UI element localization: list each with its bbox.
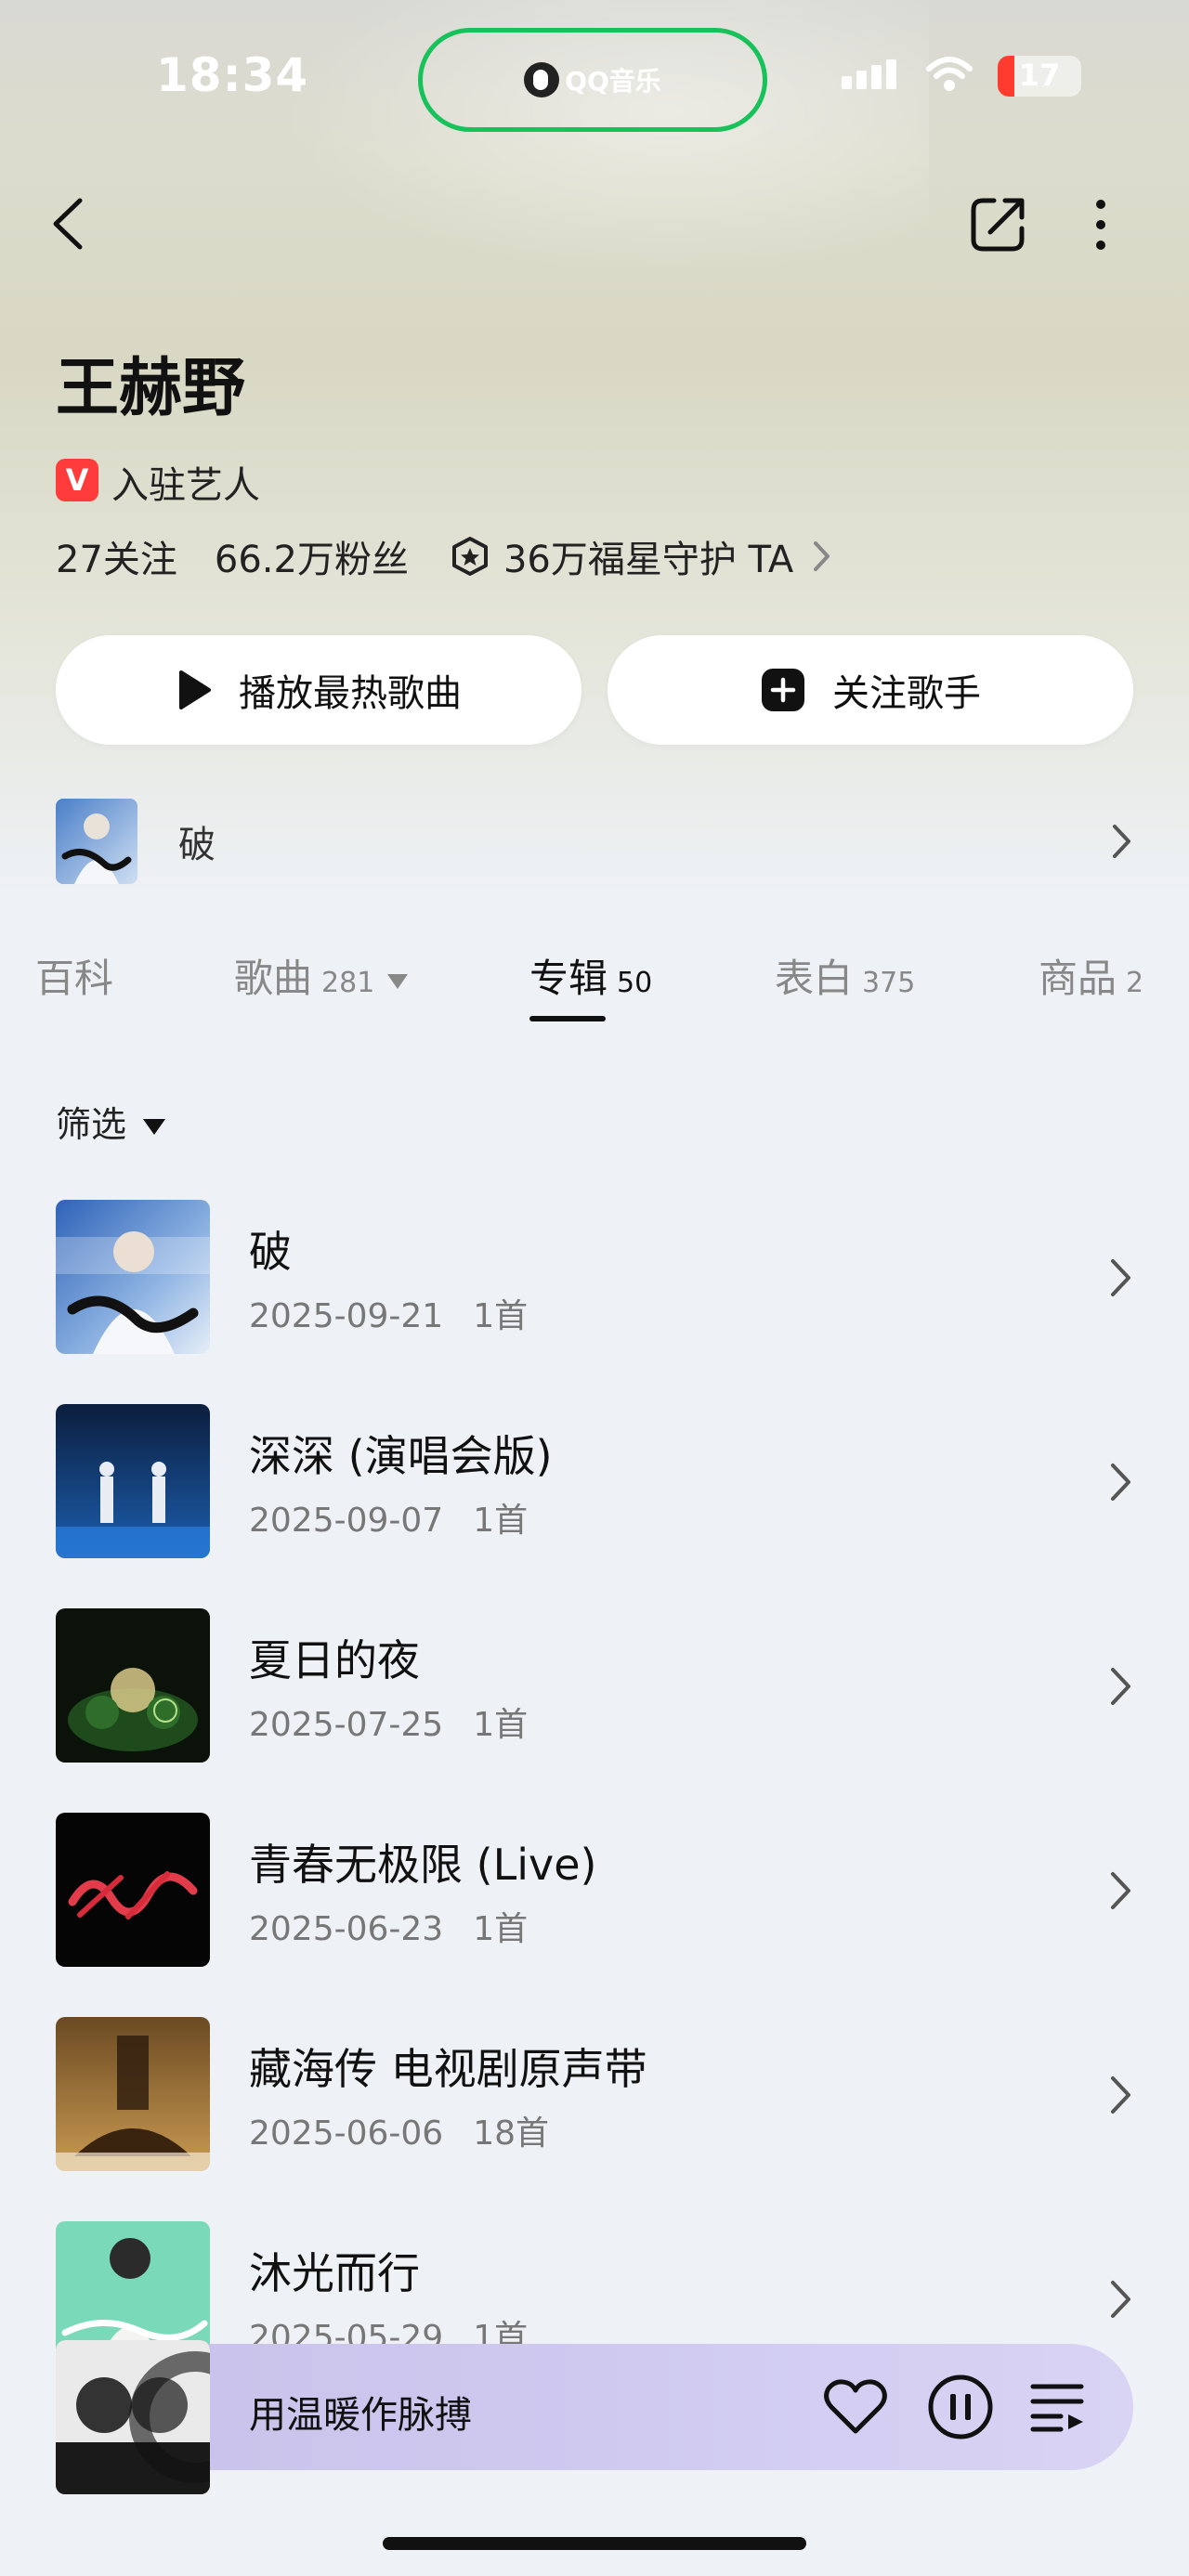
album-meta: 2025-06-23 1首 [249,1902,528,1950]
verified-label: 入驻艺人 [111,464,260,507]
island-label: QQ音乐 [565,66,661,97]
guardian-star-icon [451,537,488,576]
now-playing-cover[interactable] [56,2340,210,2494]
tab-songs[interactable]: 歌曲 281 [234,947,409,1004]
album-list-item[interactable]: 青春无极限 (Live) 2025-06-23 1首 [56,1813,1133,1967]
play-icon [179,670,211,709]
fans-count[interactable]: 66.2万粉丝 [215,529,409,583]
back-arrow-icon[interactable] [46,195,91,253]
album-title: 深深 (演唱会版) [249,1431,553,1481]
chevron-right-icon [814,541,830,571]
cellular-signal-icon [842,59,896,89]
album-title: 夏日的夜 [249,1635,420,1685]
album-title: 藏海传 电视剧原声带 [249,2044,647,2094]
more-options-icon[interactable] [1087,197,1115,253]
guardians-link[interactable]: 36万福星守护 TA [503,529,793,583]
chevron-right-icon [1111,1464,1130,1501]
artist-name: 王赫野 [56,352,246,425]
heart-icon[interactable] [823,2377,888,2437]
following-count[interactable]: 27关注 [56,529,177,583]
album-cover [56,1813,210,1967]
share-icon[interactable] [966,191,1031,256]
content-tabs: 百科 歌曲 281 专辑 50 表白 375 商品 2 [0,947,1189,1021]
play-hot-songs-button[interactable]: 播放最热歌曲 [56,635,581,745]
album-list-item[interactable]: 藏海传 电视剧原声带 2025-06-06 18首 [56,2017,1133,2171]
chevron-right-icon [1113,825,1130,858]
latest-release-row[interactable]: 破 [56,799,1133,884]
album-list-item[interactable]: 破 2025-09-21 1首 [56,1200,1133,1354]
playlist-icon[interactable] [1029,2379,1089,2435]
album-track-count: 18首 [473,2114,550,2153]
album-meta: 2025-07-25 1首 [249,1698,528,1746]
chevron-right-icon [1111,2076,1130,2114]
artist-stats: 27关注 66.2万粉丝 36万福星守护 TA [56,529,832,583]
dynamic-island[interactable]: QQ音乐 [418,28,767,132]
now-playing-title[interactable]: 用温暖作脉搏 [249,2385,472,2439]
album-cover [56,1608,210,1763]
dropdown-triangle-icon[interactable] [387,973,409,989]
follow-artist-button[interactable]: 关注歌手 [608,635,1133,745]
filter-dropdown[interactable]: 筛选 [56,1096,166,1147]
latest-release-title: 破 [178,824,216,866]
tab-albums[interactable]: 专辑 50 [529,947,652,1004]
pause-icon[interactable] [927,2374,994,2440]
latest-release-cover [56,799,137,884]
album-meta: 2025-09-07 1首 [249,1493,528,1542]
battery-level: 17 [1018,58,1061,93]
album-date: 2025-09-07 [249,1502,444,1540]
chevron-right-icon [1111,2281,1130,2318]
verified-artist-icon: V [56,459,98,501]
album-title: 沐光而行 [249,2248,420,2298]
album-meta: 2025-06-06 18首 [249,2106,549,2154]
chevron-right-icon [1111,1259,1130,1296]
status-time: 18:34 [156,48,309,102]
album-cover [56,1200,210,1354]
album-meta: 2025-09-21 1首 [249,1289,528,1337]
qq-music-logo-icon [524,62,560,98]
active-tab-indicator [529,1016,606,1021]
chevron-right-icon [1111,1872,1130,1909]
dropdown-triangle-icon [143,1119,166,1135]
album-title: 破 [249,1227,292,1277]
follow-artist-label: 关注歌手 [832,672,981,715]
chevron-right-icon [1111,1668,1130,1705]
album-track-count: 1首 [473,1706,529,1744]
album-date: 2025-09-21 [249,1297,444,1335]
album-track-count: 1首 [473,1502,529,1540]
battery-indicator: 17 [998,56,1081,97]
play-hot-songs-label: 播放最热歌曲 [239,672,462,715]
artist-hero-background [0,0,1189,891]
tab-merch[interactable]: 商品 2 [1039,947,1143,1004]
wifi-icon [926,57,973,91]
album-title: 青春无极限 (Live) [249,1840,597,1890]
album-date: 2025-07-25 [249,1706,444,1744]
album-list-item[interactable]: 夏日的夜 2025-07-25 1首 [56,1608,1133,1763]
filter-label: 筛选 [56,1104,127,1145]
album-cover [56,1404,210,1558]
album-track-count: 1首 [473,1910,529,1948]
tab-confessions[interactable]: 表白 375 [775,947,915,1004]
album-date: 2025-06-06 [249,2114,444,2153]
album-cover [56,2017,210,2171]
tab-wiki[interactable]: 百科 [35,947,113,1004]
album-track-count: 1首 [473,1297,529,1335]
album-date: 2025-06-23 [249,1910,444,1948]
plus-icon [762,669,804,711]
home-indicator[interactable] [383,2537,806,2550]
album-list-item[interactable]: 深深 (演唱会版) 2025-09-07 1首 [56,1404,1133,1558]
